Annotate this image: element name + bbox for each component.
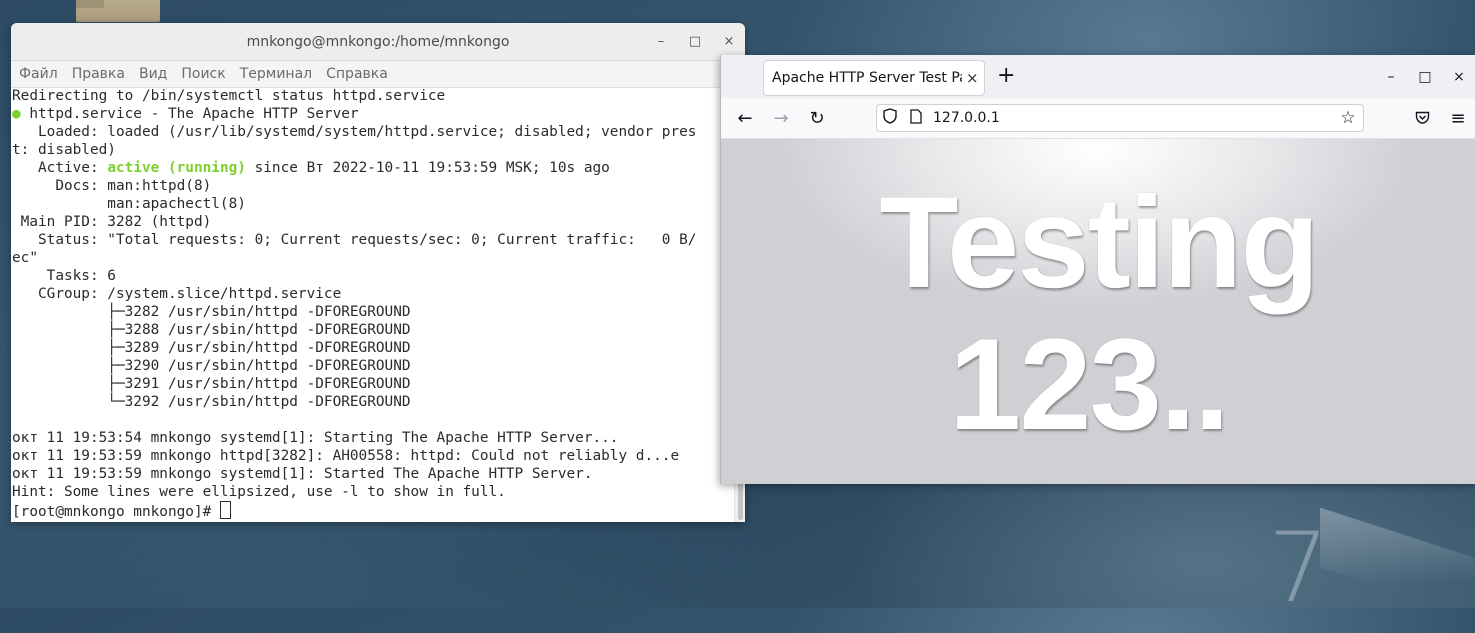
menu-file[interactable]: Файл — [19, 66, 66, 82]
tab-title: Apache HTTP Server Test Page — [772, 70, 962, 86]
terminal-line: ├─3290 /usr/sbin/httpd -DFOREGROUND — [12, 358, 411, 374]
pocket-icon[interactable] — [1404, 108, 1440, 129]
address-bar[interactable]: 127.0.0.1 ☆ — [876, 104, 1364, 132]
toolbar-right: ≡ — [1404, 98, 1475, 138]
menu-terminal[interactable]: Терминал — [240, 66, 320, 82]
terminal-titlebar[interactable]: mnkongo@mnkongo:/home/mnkongo – □ × — [11, 23, 745, 61]
shield-icon[interactable] — [877, 108, 903, 128]
page-heading-line2: 123.. — [948, 311, 1230, 457]
terminal-line: окт 11 19:53:59 mnkongo httpd[3282]: AH0… — [12, 448, 680, 464]
terminal-prompt[interactable]: [root@mnkongo mnkongo]# — [11, 501, 735, 520]
browser-navbar: ← → ↻ 127.0.0.1 ☆ ≡ — [721, 98, 1475, 139]
terminal-line: Hint: Some lines were ellipsized, use -l… — [12, 484, 506, 500]
minimize-button[interactable]: – — [653, 34, 669, 50]
new-tab-button[interactable]: + — [997, 65, 1015, 87]
page-content: Testing 123.. — [721, 139, 1475, 484]
terminal-line: Redirecting to /bin/systemctl status htt… — [12, 88, 446, 104]
wallpaper-decoration — [1320, 507, 1475, 633]
terminal-window[interactable]: mnkongo@mnkongo:/home/mnkongo – □ × Файл… — [11, 23, 745, 522]
menu-hamburger-icon[interactable]: ≡ — [1440, 108, 1475, 129]
terminal-line: Tasks: 6 — [12, 268, 116, 284]
menu-search[interactable]: Поиск — [181, 66, 233, 82]
close-button[interactable]: × — [1442, 69, 1475, 85]
page-heading-line1: Testing — [879, 169, 1320, 315]
terminal-line: t: disabled) — [12, 142, 116, 158]
terminal-line: man:apachectl(8) — [12, 196, 246, 212]
terminal-line: Docs: man:httpd(8) — [12, 178, 212, 194]
terminal-line: Main PID: 3282 (httpd) — [12, 214, 212, 230]
terminal-line: ● httpd.service - The Apache HTTP Server — [12, 106, 359, 122]
text-cursor — [219, 501, 231, 519]
terminal-line: CGroup: /system.slice/httpd.service — [12, 286, 342, 302]
menu-view[interactable]: Вид — [139, 66, 175, 82]
tab-close-icon[interactable]: × — [966, 69, 979, 87]
back-arrow-icon[interactable]: ← — [727, 108, 763, 129]
terminal-line: Loaded: loaded (/usr/lib/systemd/system/… — [12, 124, 697, 140]
status-dot-icon: ● — [12, 106, 21, 122]
terminal-line: окт 11 19:53:54 mnkongo systemd[1]: Star… — [12, 430, 619, 446]
browser-tabbar: Apache HTTP Server Test Page × + – □ × — [721, 55, 1475, 98]
browser-tab[interactable]: Apache HTTP Server Test Page × — [763, 60, 985, 96]
active-state: active (running) — [107, 160, 246, 176]
bookmark-star-icon[interactable]: ☆ — [1333, 108, 1363, 128]
forward-arrow-icon[interactable]: → — [763, 108, 799, 129]
terminal-output[interactable]: Redirecting to /bin/systemctl status htt… — [11, 87, 735, 522]
terminal-line: ├─3291 /usr/sbin/httpd -DFOREGROUND — [12, 376, 411, 392]
terminal-line: ├─3289 /usr/sbin/httpd -DFOREGROUND — [12, 340, 411, 356]
desktop-folder-icon[interactable] — [76, 0, 160, 22]
menu-help[interactable]: Справка — [326, 66, 396, 82]
terminal-line: ├─3282 /usr/sbin/httpd -DFOREGROUND — [12, 304, 411, 320]
maximize-button[interactable]: □ — [687, 34, 703, 50]
browser-window-controls: – □ × — [1374, 55, 1475, 98]
terminal-line: ├─3288 /usr/sbin/httpd -DFOREGROUND — [12, 322, 411, 338]
minimize-button[interactable]: – — [1374, 69, 1408, 85]
menu-edit[interactable]: Правка — [72, 66, 133, 82]
terminal-line: Active: active (running) since Вт 2022-1… — [12, 160, 610, 176]
terminal-line: ec" — [12, 250, 38, 266]
url-text[interactable]: 127.0.0.1 — [933, 110, 1333, 126]
terminal-title: mnkongo@mnkongo:/home/mnkongo — [246, 33, 510, 50]
terminal-menubar: Файл Правка Вид Поиск Терминал Справка — [11, 61, 745, 88]
reload-icon[interactable]: ↻ — [799, 108, 835, 129]
maximize-button[interactable]: □ — [1408, 69, 1442, 85]
terminal-line: окт 11 19:53:59 mnkongo systemd[1]: Star… — [12, 466, 593, 482]
wallpaper-watermark: 7 — [1268, 512, 1330, 624]
scrollbar-thumb[interactable] — [738, 480, 743, 520]
browser-window[interactable]: Apache HTTP Server Test Page × + – □ × ←… — [720, 55, 1475, 484]
close-button[interactable]: × — [721, 34, 737, 50]
terminal-line: Status: "Total requests: 0; Current requ… — [12, 232, 697, 248]
terminal-line: └─3292 /usr/sbin/httpd -DFOREGROUND — [12, 394, 411, 410]
page-icon[interactable] — [903, 108, 929, 128]
